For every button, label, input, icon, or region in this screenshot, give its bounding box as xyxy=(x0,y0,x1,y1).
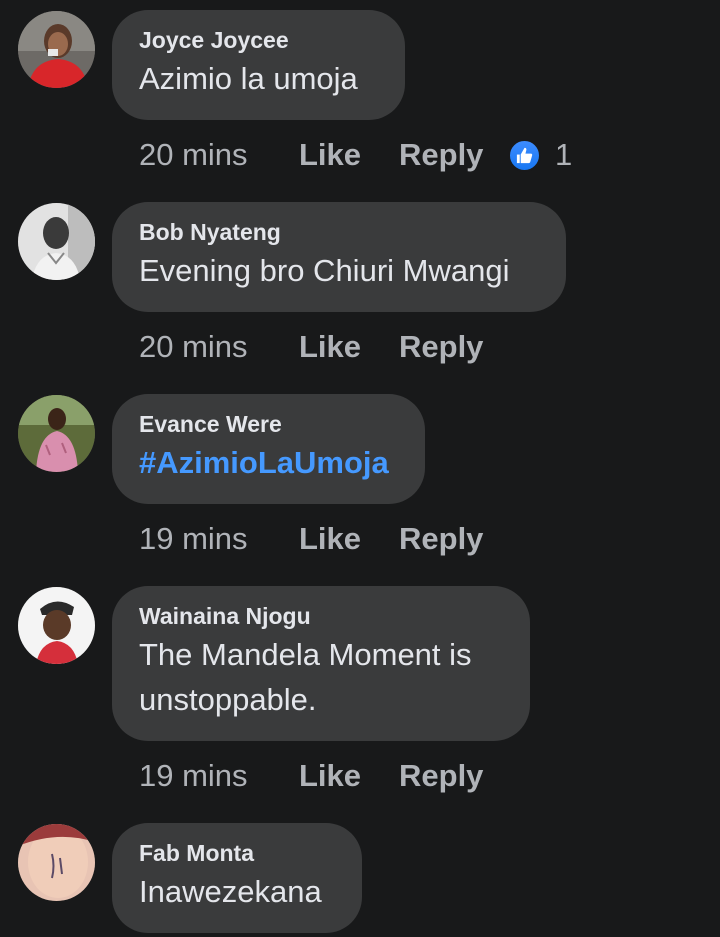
comment-timestamp[interactable]: 19 mins xyxy=(139,758,299,794)
comment-text: Inawezekana xyxy=(139,874,322,909)
comment-actions: 19 mins Like Reply xyxy=(139,519,509,559)
hashtag-link[interactable]: #AzimioLaUmoja xyxy=(139,440,398,485)
avatar[interactable] xyxy=(18,824,95,901)
like-button[interactable]: Like xyxy=(299,329,399,365)
thumbs-up-icon xyxy=(508,138,541,172)
reaction-count: 1 xyxy=(555,137,573,172)
comment-bubble: Wainaina Njogu The Mandela Moment is uns… xyxy=(112,586,530,741)
comment-bubble: Fab Monta Inawezekana xyxy=(112,823,362,933)
comment-timestamp[interactable]: 20 mins xyxy=(139,137,299,173)
comment-bubble: Bob Nyateng Evening bro Chiuri Mwangi xyxy=(112,202,566,312)
avatar[interactable] xyxy=(18,395,95,472)
comment-author[interactable]: Bob Nyateng xyxy=(139,217,539,247)
like-button[interactable]: Like xyxy=(299,137,399,173)
comment-actions: 20 mins Like Reply 1 xyxy=(139,135,572,175)
comment-text: Azimio la umoja xyxy=(139,61,358,96)
comment-author[interactable]: Wainaina Njogu xyxy=(139,601,503,631)
like-button[interactable]: Like xyxy=(299,521,399,557)
comment-timestamp[interactable]: 20 mins xyxy=(139,329,299,365)
avatar[interactable] xyxy=(18,203,95,280)
comment-text: Evening bro Chiuri Mwangi xyxy=(139,253,510,288)
comment-actions: 20 mins Like Reply xyxy=(139,327,509,367)
reply-button[interactable]: Reply xyxy=(399,758,509,794)
reply-button[interactable]: Reply xyxy=(399,521,509,557)
comment-timestamp[interactable]: 19 mins xyxy=(139,521,299,557)
comment-bubble: Joyce Joycee Azimio la umoja xyxy=(112,10,405,120)
avatar[interactable] xyxy=(18,11,95,88)
comment-bubble: Evance Were #AzimioLaUmoja xyxy=(112,394,425,504)
comment-thread: Joyce Joycee Azimio la umoja 20 mins Lik… xyxy=(0,0,720,937)
comment-actions: 19 mins Like Reply xyxy=(139,756,509,796)
comment-author[interactable]: Evance Were xyxy=(139,409,398,439)
comment-author[interactable]: Joyce Joycee xyxy=(139,25,378,55)
comment-author[interactable]: Fab Monta xyxy=(139,838,335,868)
avatar[interactable] xyxy=(18,587,95,664)
comment-text-line: unstoppable. xyxy=(139,682,317,717)
reply-button[interactable]: Reply xyxy=(399,137,509,173)
like-button[interactable]: Like xyxy=(299,758,399,794)
comment-text-line: The Mandela Moment is xyxy=(139,637,472,672)
reply-button[interactable]: Reply xyxy=(399,329,509,365)
reaction-summary[interactable]: 1 xyxy=(508,137,572,173)
